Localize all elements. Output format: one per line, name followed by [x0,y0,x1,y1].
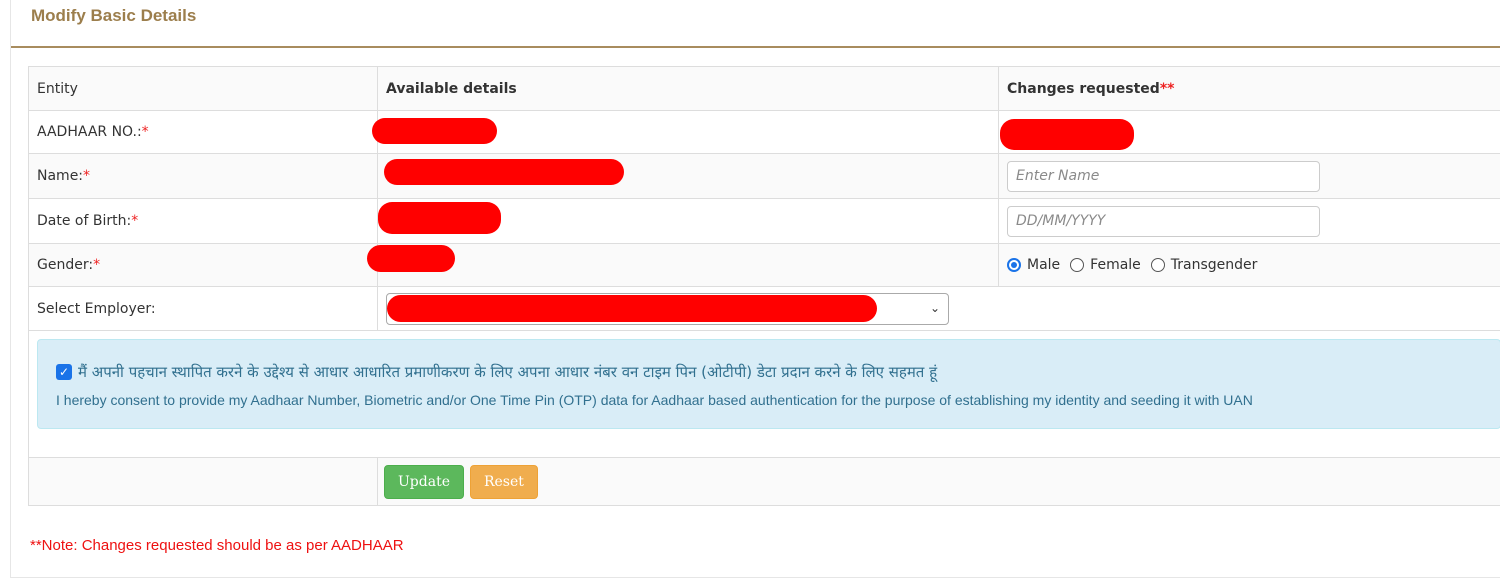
panel-title: Modify Basic Details [31,6,197,25]
gender-option-transgender[interactable]: Transgender [1150,257,1257,273]
table-row: Date of Birth:* [28,198,1500,244]
radio-female[interactable] [1070,258,1085,272]
header-changes-requested: Changes requested** [998,66,1500,111]
employer-select[interactable]: ⌄ [386,292,949,325]
dob-changes [998,198,1500,244]
table-row: Select Employer: ⌄ [28,286,1500,331]
actions-empty-cell [28,457,378,506]
aadhaar-label: AADHAAR NO.:* [28,110,378,154]
radio-transgender[interactable] [1150,258,1165,272]
dob-label: Date of Birth:* [28,198,378,244]
consent-row: ✓ मैं अपनी पहचान स्थापित करने के उद्देश्… [28,330,1500,458]
table-row: AADHAAR NO.:* [28,110,1500,154]
redaction-mark [384,159,624,185]
aadhaar-available [372,110,999,154]
name-label: Name:* [28,153,378,199]
redaction-mark [367,245,455,272]
redaction-mark [378,202,501,234]
consent-checkbox[interactable]: ✓ [56,364,72,380]
redaction-mark [372,118,497,144]
table-row: Gender:* Male Female Transgender [28,243,1500,287]
name-input[interactable] [1007,160,1320,192]
consent-text-english: I hereby consent to provide my Aadhaar N… [56,392,1253,408]
chevron-down-icon: ⌄ [929,300,940,315]
actions-row: Update Reset [28,457,1500,506]
dob-available [377,198,999,244]
header-entity: Entity [28,66,378,111]
radio-male[interactable] [1007,258,1021,272]
title-divider [11,46,1500,48]
consent-cell: ✓ मैं अपनी पहचान स्थापित करने के उद्देश्… [28,330,1500,458]
gender-label: Gender:* [28,243,378,287]
consent-alert: ✓ मैं अपनी पहचान स्थापित करने के उद्देश्… [37,339,1500,429]
reset-button[interactable]: Reset [469,464,538,499]
aadhaar-note: **Note: Changes requested should be as p… [30,537,404,554]
employer-cell: ⌄ [377,286,1500,331]
actions-cell: Update Reset [377,457,1500,506]
table-header-row: Entity Available details Changes request… [28,66,1500,111]
redaction-mark [1000,119,1134,150]
dob-input[interactable] [1007,205,1320,237]
gender-option-female[interactable]: Female [1070,257,1141,273]
details-table: Entity Available details Changes request… [28,66,1500,506]
consent-text-hindi: मैं अपनी पहचान स्थापित करने के उद्देश्य … [78,363,938,381]
aadhaar-changes [998,110,1500,154]
name-available [377,153,999,199]
gender-available [367,243,999,287]
table-row: Name:* [28,153,1500,199]
gender-radio-group: Male Female Transgender [1007,257,1492,273]
gender-option-male[interactable]: Male [1007,257,1060,273]
update-button[interactable]: Update [384,464,464,499]
gender-changes: Male Female Transgender [998,243,1500,287]
name-changes [998,153,1500,199]
redaction-mark [387,294,877,322]
header-available-details: Available details [377,66,999,111]
employer-label: Select Employer: [28,286,378,331]
